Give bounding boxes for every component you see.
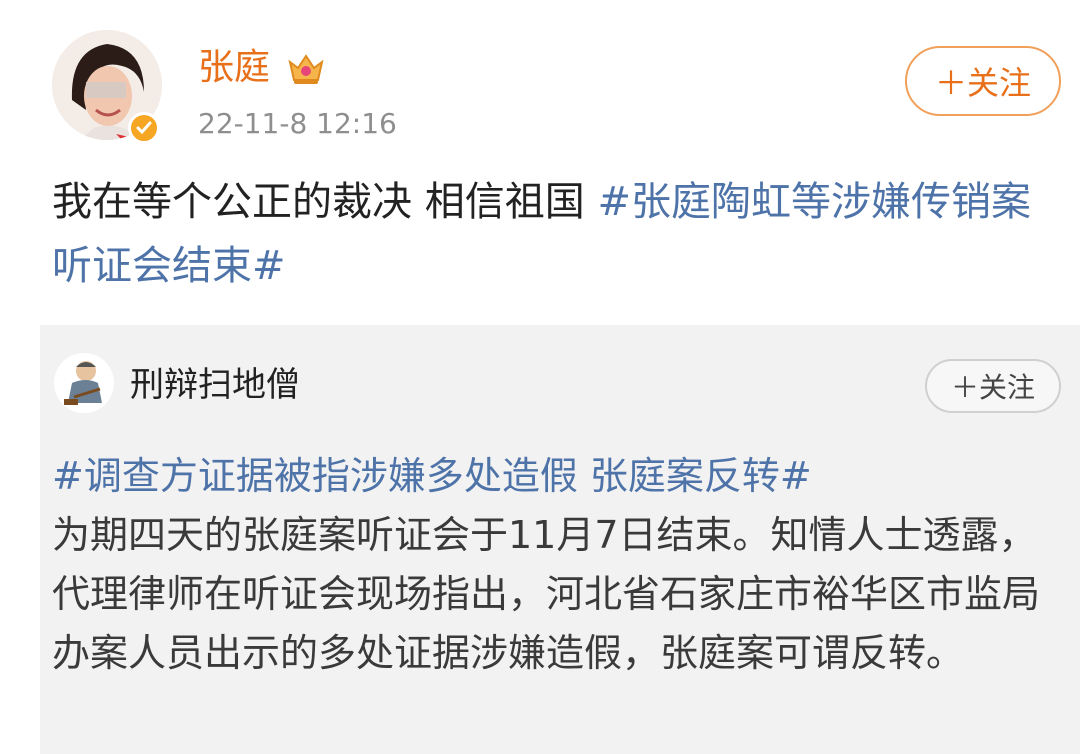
repost-card[interactable]: 刑辩扫地僧 ＋关注 #调查方证据被指涉嫌多处造假 张庭案反转# 为期四天的张庭案… [40, 325, 1080, 754]
post-body: 我在等个公正的裁决 相信祖国 #张庭陶虹等涉嫌传销案听证会结束# [52, 170, 1042, 298]
verified-badge-icon [128, 112, 160, 144]
repost-text: 为期四天的张庭案听证会于11月7日结束。知情人士透露，代理律师在听证会现场指出，… [52, 513, 1041, 675]
repost-follow-button[interactable]: ＋关注 [925, 359, 1061, 413]
author-name[interactable]: 张庭 [198, 46, 270, 90]
follow-button[interactable]: ＋关注 [905, 46, 1061, 116]
post-text: 我在等个公正的裁决 相信祖国 [52, 179, 598, 225]
repost-body: #调查方证据被指涉嫌多处造假 张庭案反转# 为期四天的张庭案听证会于11月7日结… [52, 447, 1062, 683]
post-timestamp: 22-11-8 12:16 [198, 107, 397, 140]
repost-author-avatar[interactable] [54, 353, 114, 413]
repost-author-name[interactable]: 刑辩扫地僧 [130, 363, 300, 407]
monk-avatar-image [54, 353, 114, 413]
crown-icon [286, 50, 326, 86]
weibo-post-screen: 张庭 22-11-8 12:16 ＋关注 我在等个公正的裁决 相信祖国 #张庭陶… [0, 0, 1080, 754]
repost-hashtag-link[interactable]: #调查方证据被指涉嫌多处造假 张庭案反转# [52, 447, 1062, 506]
post-header: 张庭 22-11-8 12:16 ＋关注 [0, 0, 1080, 160]
